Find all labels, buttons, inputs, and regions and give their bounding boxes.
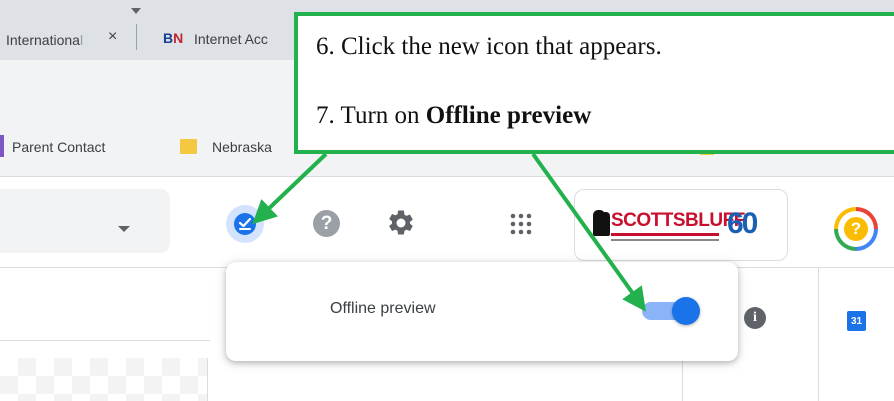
tab-internationals[interactable]: International × <box>0 20 136 60</box>
bookmark-parent-contact[interactable]: Parent Contact <box>12 139 105 155</box>
offline-preview-label: Offline preview <box>330 300 436 317</box>
bn-favicon-icon: BN <box>163 30 184 46</box>
bookmark-nebraska[interactable]: Nebraska <box>212 139 272 155</box>
tab-separator <box>136 24 137 50</box>
search-box[interactable] <box>0 189 170 253</box>
close-icon[interactable]: × <box>108 28 117 46</box>
bookmark-color-marker <box>0 135 4 157</box>
instruction-callout: 6. Click the new icon that appears. 7. T… <box>294 12 894 154</box>
image-placeholder <box>0 358 208 401</box>
gear-icon[interactable] <box>386 208 416 238</box>
help-icon[interactable]: ? <box>313 210 340 237</box>
tab-drag-marker <box>131 8 141 14</box>
instruction-step-7: 7. Turn on Offline preview <box>316 102 592 129</box>
toggle-thumb[interactable] <box>672 297 700 325</box>
logo-figure <box>601 212 610 236</box>
calendar-icon[interactable]: 31 <box>847 311 866 331</box>
tab-internet-access[interactable]: Internet Acc <box>194 31 268 47</box>
profile-avatar[interactable]: ? <box>834 207 878 251</box>
apps-grid-icon[interactable] <box>510 213 532 235</box>
offline-preview-popup: Offline preview <box>226 262 738 361</box>
avatar-question-icon: ? <box>844 217 868 241</box>
logo-anniversary-number: 60 <box>727 207 758 240</box>
instruction-step-6: 6. Click the new icon that appears. <box>316 33 662 60</box>
logo-text: SCOTTSBLUFF <box>611 210 745 231</box>
tab-title: International <box>6 32 84 48</box>
organization-logo-card[interactable]: SCOTTSBLUFF 60 <box>574 189 788 261</box>
app-header: ? SCOTTSBLUFF 60 ? <box>0 177 894 267</box>
caret-down-icon[interactable] <box>118 226 130 232</box>
folder-icon <box>180 139 197 154</box>
info-icon[interactable]: i <box>744 307 766 329</box>
offline-check-icon[interactable] <box>226 205 264 243</box>
